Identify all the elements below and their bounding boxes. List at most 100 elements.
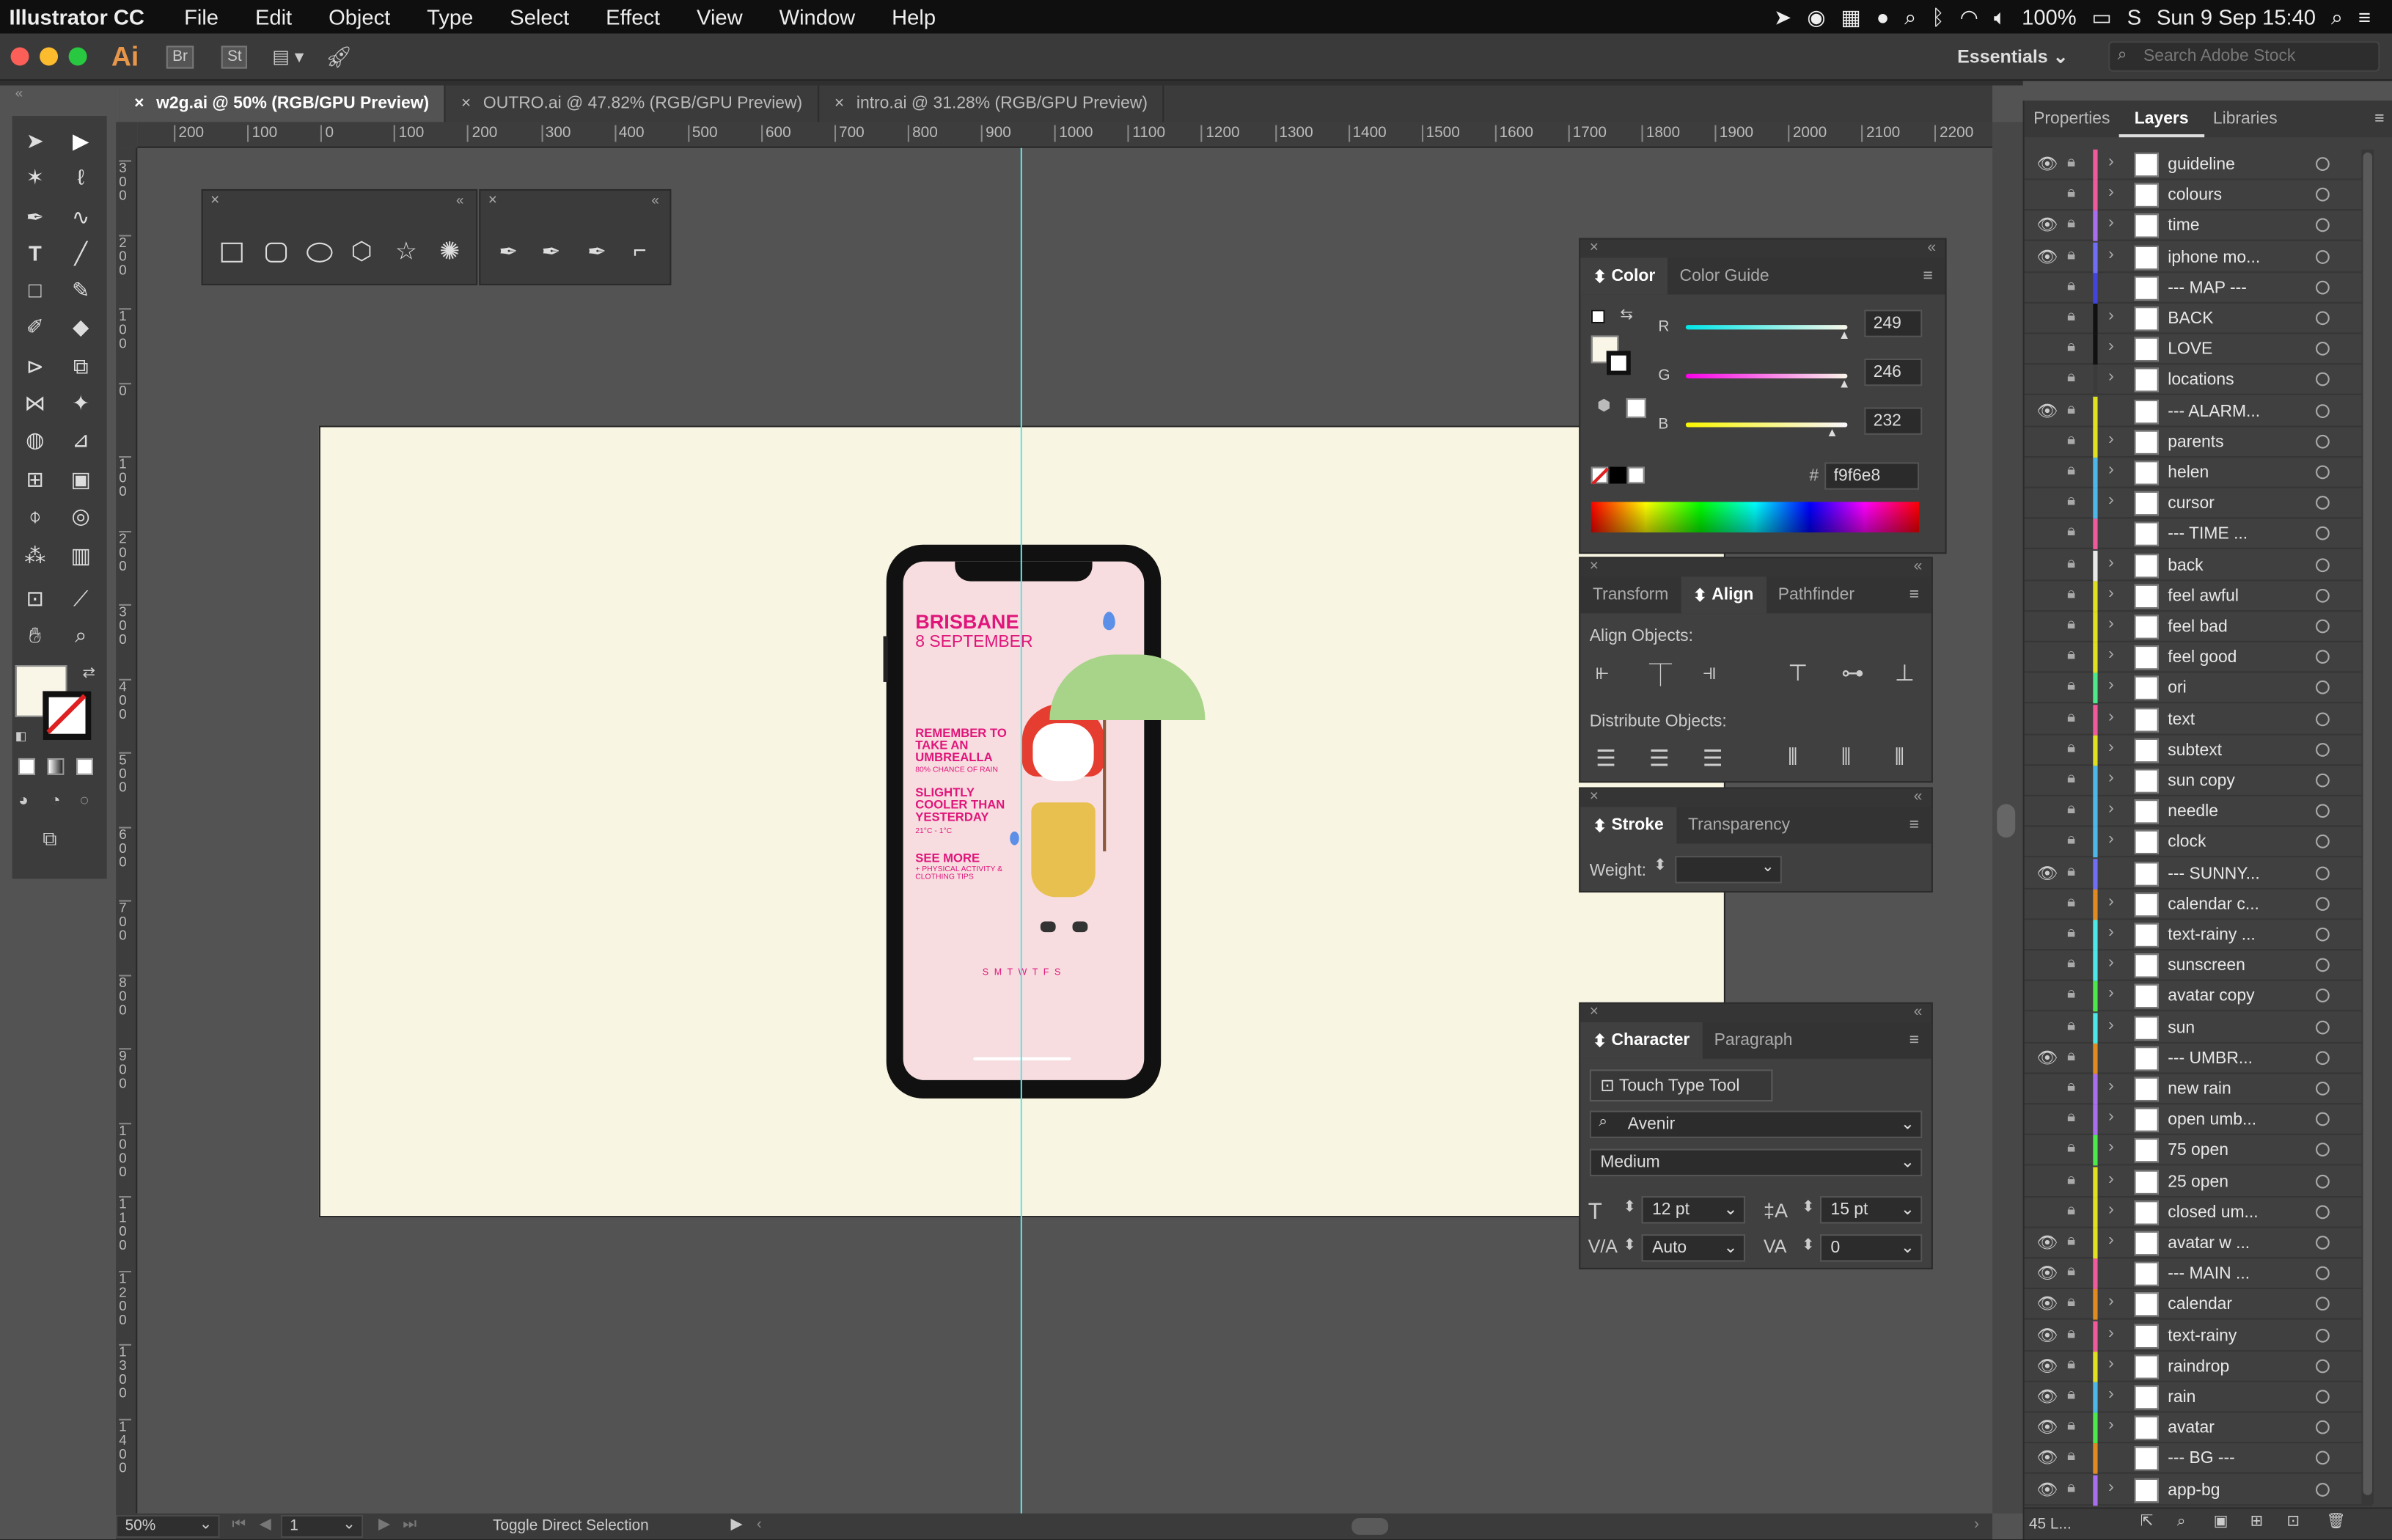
target-icon[interactable]	[2316, 527, 2330, 541]
puppet-warp-tool-icon[interactable]: ✦	[65, 387, 96, 418]
stock-search-input[interactable]: ⌕ Search Adobe Stock	[2108, 41, 2380, 72]
layer-row[interactable]: 👁︎ 🔒︎ --- MAIN ...	[2024, 1258, 2373, 1290]
leading-input[interactable]: 15 pt ⌄	[1819, 1196, 1923, 1224]
eye-icon[interactable]: 👁︎	[2036, 1479, 2058, 1499]
font-size-stepper-icon[interactable]: ⬍	[1624, 1199, 1636, 1216]
layer-name[interactable]: helen	[2168, 463, 2209, 482]
leading-stepper-icon[interactable]: ⬍	[1802, 1199, 1814, 1216]
arrange-documents-icon[interactable]: ▤ ▾	[272, 45, 304, 67]
vertical-ruler[interactable]: 300 200 100 0 100 200 300 400 500 600 700 800 900 100…	[116, 147, 138, 1514]
lock-icon[interactable]: 🔒︎	[2067, 1140, 2075, 1157]
collapse-icon[interactable]: «	[1914, 558, 1923, 576]
vertical-align-center-icon[interactable]: ⊶	[1841, 659, 1864, 686]
lock-icon[interactable]: 🔒︎	[2067, 709, 2075, 726]
chevron-right-icon[interactable]: ›	[2108, 1416, 2114, 1434]
scroll-thumb[interactable]	[2363, 153, 2373, 1495]
green-slider[interactable]	[1685, 373, 1848, 378]
target-icon[interactable]	[2316, 711, 2330, 726]
tab-layers[interactable]: Layers	[2118, 100, 2204, 138]
lock-icon[interactable]: 🔒︎	[2067, 771, 2075, 788]
mesh-tool-icon[interactable]: ⊞	[20, 463, 51, 494]
target-icon[interactable]	[2316, 465, 2330, 480]
new-layer-icon[interactable]: ⊡	[2287, 1514, 2300, 1530]
layer-name[interactable]: sun copy	[2168, 772, 2235, 791]
layer-row[interactable]: 🔒︎ › locations	[2024, 365, 2373, 396]
layer-row[interactable]: 👁︎ 🔒︎ --- SUNNY...	[2024, 858, 2373, 890]
layer-name[interactable]: avatar	[2168, 1419, 2215, 1437]
layer-row[interactable]: 🔒︎ › open umb...	[2024, 1104, 2373, 1136]
lock-icon[interactable]: 🔒︎	[2067, 431, 2075, 448]
chevron-right-icon[interactable]: ›	[2108, 707, 2114, 725]
chevron-right-icon[interactable]: ›	[2108, 985, 2114, 1003]
layer-row[interactable]: 🔒︎ › calendar c...	[2024, 889, 2373, 920]
ruler-origin[interactable]	[116, 122, 138, 148]
blue-value-input[interactable]: 232	[1864, 407, 1923, 435]
target-icon[interactable]	[2316, 1359, 2330, 1373]
tracking-input[interactable]: 0 ⌄	[1819, 1234, 1923, 1262]
tab-color-guide[interactable]: Color Guide	[1668, 267, 1781, 285]
lock-icon[interactable]: 🔒︎	[2067, 1171, 2075, 1188]
weight-stepper-icon[interactable]: ⬍	[1654, 857, 1666, 874]
layer-name[interactable]: --- TIME ...	[2168, 525, 2248, 543]
layer-name[interactable]: back	[2168, 557, 2203, 575]
horizontal-align-center-icon[interactable]: ⏉	[1649, 659, 1672, 692]
stroke-swatch[interactable]	[43, 691, 92, 740]
lock-icon[interactable]: 🔒︎	[2067, 740, 2075, 757]
kerning-stepper-icon[interactable]: ⬍	[1624, 1237, 1636, 1254]
iphone-mockup[interactable]: BRISBANE 8 SEPTEMBER REMEMBER TO TAKE AN…	[883, 544, 1162, 1099]
panel-menu-icon[interactable]: ≡	[2374, 110, 2392, 128]
artboard-tool-icon[interactable]: ⊡	[20, 583, 51, 614]
gradient-mode-icon[interactable]	[47, 758, 65, 775]
chevron-right-icon[interactable]: ›	[2108, 553, 2114, 571]
horizontal-scroll-thumb[interactable]	[1351, 1517, 1389, 1535]
make-clipping-mask-icon[interactable]: ▣	[2214, 1514, 2228, 1530]
tab-color[interactable]: ⬍ Color	[1580, 257, 1668, 295]
panel-menu-icon[interactable]: ≡	[1897, 586, 1931, 604]
green-slider-thumb[interactable]: ▲	[1838, 377, 1850, 391]
lock-icon[interactable]: 🔒︎	[2067, 554, 2075, 571]
blue-slider[interactable]	[1685, 422, 1848, 428]
lock-icon[interactable]: 🔒︎	[2067, 832, 2075, 849]
chevron-right-icon[interactable]: ›	[2108, 1385, 2114, 1404]
hand-tool-icon[interactable]: ✋︎	[20, 620, 51, 650]
layer-row[interactable]: 👁︎ 🔒︎ › raindrop	[2024, 1351, 2373, 1382]
horizontal-distribute-center-icon[interactable]: ⫴	[1841, 744, 1851, 770]
collapse-icon[interactable]: «	[1914, 789, 1923, 807]
target-icon[interactable]	[2316, 1297, 2330, 1311]
target-icon[interactable]	[2316, 588, 2330, 603]
chevron-right-icon[interactable]: ›	[2108, 923, 2114, 942]
blue-slider-thumb[interactable]: ▲	[1826, 425, 1838, 439]
pen-tool-icon[interactable]: ✒	[499, 238, 518, 265]
target-icon[interactable]	[2316, 835, 2330, 849]
flare-tool-icon[interactable]: ✺	[439, 236, 460, 267]
swap-fill-stroke-icon[interactable]: ⇄	[82, 665, 95, 682]
draw-inside-icon[interactable]: ○	[79, 792, 89, 810]
eye-icon[interactable]: 👁︎	[2036, 1356, 2058, 1376]
layer-name[interactable]: iphone mo...	[2168, 248, 2260, 266]
close-icon[interactable]: ×	[210, 192, 219, 209]
horizontal-distribute-right-icon[interactable]: ⫴	[1895, 744, 1904, 770]
layer-name[interactable]: time	[2168, 217, 2199, 235]
target-icon[interactable]	[2316, 373, 2330, 387]
target-icon[interactable]	[2316, 1390, 2330, 1404]
new-sublayer-icon[interactable]: ⊞	[2250, 1514, 2263, 1530]
layer-row[interactable]: 🔒︎ › sunscreen	[2024, 950, 2373, 982]
panel-menu-icon[interactable]: ≡	[1897, 816, 1931, 835]
target-icon[interactable]	[2316, 989, 2330, 1003]
app-s-icon[interactable]: S	[2127, 4, 2141, 29]
layer-name[interactable]: 25 open	[2168, 1173, 2228, 1191]
lock-icon[interactable]: 🔒︎	[2067, 277, 2075, 294]
next-artboard-icon[interactable]: ▶	[378, 1517, 390, 1533]
lock-icon[interactable]: 🔒︎	[2067, 925, 2075, 942]
delete-layer-icon[interactable]: 🗑︎	[2327, 1514, 2346, 1530]
layer-name[interactable]: feel awful	[2168, 587, 2239, 606]
lock-icon[interactable]: 🔒︎	[2067, 1110, 2075, 1126]
lock-icon[interactable]: 🔒︎	[2067, 400, 2075, 417]
chevron-right-icon[interactable]: ›	[2108, 831, 2114, 849]
layer-row[interactable]: 👁︎ 🔒︎ › text-rainy	[2024, 1320, 2373, 1352]
layer-row[interactable]: 🔒︎ › BACK	[2024, 303, 2373, 334]
tab-paragraph[interactable]: Paragraph	[1702, 1031, 1805, 1049]
layer-row[interactable]: 🔒︎ › text-rainy ...	[2024, 920, 2373, 951]
screen-mode-icon[interactable]: ⧉	[43, 827, 56, 851]
draw-behind-icon[interactable]: ◔	[51, 792, 61, 810]
